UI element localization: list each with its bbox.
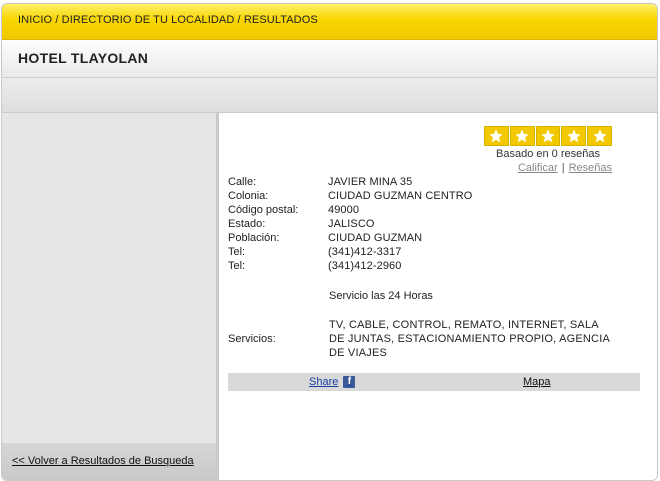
info-label: Tel:	[228, 246, 246, 258]
facebook-icon: f	[343, 376, 356, 388]
review-count: Basado en 0 reseñas	[496, 148, 600, 160]
back-bar: << Volver a Resultados de Busqueda	[2, 443, 216, 480]
info-value: CIUDAD GUZMAN	[328, 232, 423, 244]
star-icon[interactable]	[484, 126, 509, 146]
star-row	[484, 126, 612, 146]
map-link[interactable]: Mapa	[523, 376, 551, 388]
phone-value[interactable]: (341)412-3317	[328, 246, 401, 258]
star-icon[interactable]	[509, 126, 535, 146]
info-label: Calle:	[228, 176, 257, 188]
rating-stars[interactable]	[484, 126, 612, 146]
share-label: Share	[309, 376, 339, 388]
star-icon[interactable]	[561, 126, 587, 146]
title-bar: HOTEL TLAYOLAN	[2, 40, 657, 78]
link-separator: |	[561, 162, 565, 174]
info-value: CIUDAD GUZMAN CENTRO	[328, 190, 473, 202]
sidebar: << Volver a Resultados de Busqueda	[2, 113, 219, 480]
rating-links: Calificar | Reseñas	[484, 162, 612, 174]
breadcrumb[interactable]: INICIO / DIRECTORIO DE TU LOCALIDAD / RE…	[18, 14, 318, 26]
breadcrumb-bar: INICIO / DIRECTORIO DE TU LOCALIDAD / RE…	[2, 4, 657, 40]
info-label: Colonia:	[228, 190, 269, 202]
share-button[interactable]: Share f	[309, 376, 356, 388]
info-label: Población:	[228, 232, 280, 244]
services-value: TV, CABLE, CONTROL, REMATO, INTERNET, SA…	[329, 319, 610, 359]
action-bar: Share f Mapa	[228, 373, 640, 391]
info-value: JALISCO	[328, 218, 375, 230]
info-value: 49000	[328, 204, 360, 216]
phone-value[interactable]: (341)412-2960	[328, 260, 401, 272]
info-label: Tel:	[228, 260, 246, 272]
back-to-results-link[interactable]: << Volver a Resultados de Busqueda	[12, 455, 194, 467]
services-label: Servicios:	[228, 333, 276, 345]
info-value: JAVIER MINA 35	[328, 176, 413, 188]
rate-link[interactable]: Calificar	[518, 162, 558, 174]
info-label: Código postal:	[228, 204, 299, 216]
info-label: Estado:	[228, 218, 266, 230]
star-icon[interactable]	[587, 126, 612, 146]
service-hours: Servicio las 24 Horas	[329, 290, 433, 302]
reviews-link[interactable]: Reseñas	[569, 162, 612, 174]
star-icon[interactable]	[535, 126, 561, 146]
page-title: HOTEL TLAYOLAN	[18, 50, 149, 66]
toolbar-strip	[2, 78, 657, 113]
